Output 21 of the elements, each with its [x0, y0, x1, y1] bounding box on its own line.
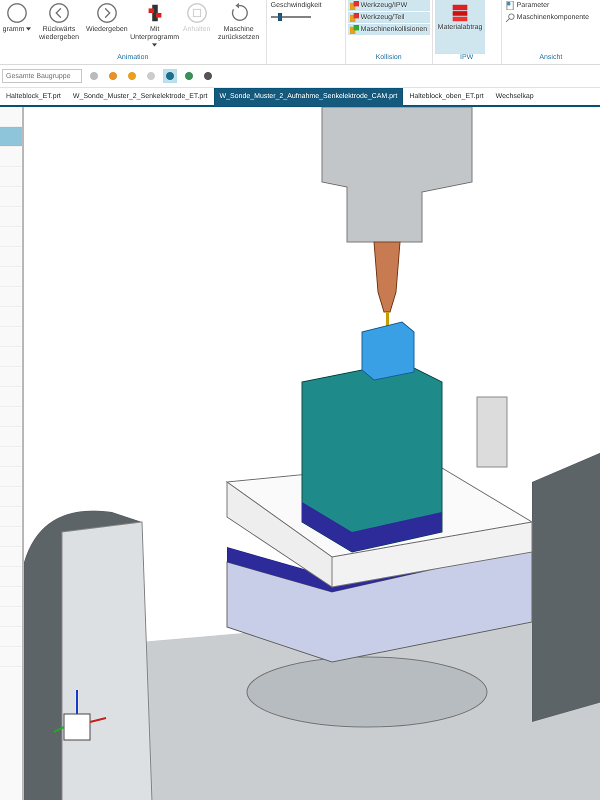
stop-icon [186, 2, 208, 24]
caret-icon [26, 27, 32, 32]
toolbar-button[interactable] [201, 69, 215, 83]
tool-icon [107, 70, 119, 82]
tool-icon [145, 70, 157, 82]
play-icon [96, 2, 118, 24]
caret-icon [152, 43, 158, 48]
collision-icon [350, 1, 359, 10]
magnifier-icon [506, 13, 515, 22]
toolbar-button[interactable] [163, 69, 177, 83]
toolbar-button[interactable] [182, 69, 196, 83]
navigator-row[interactable] [0, 127, 22, 147]
tool-icon [183, 70, 195, 82]
axis-triad-icon [54, 690, 106, 740]
collision-icon [350, 25, 359, 34]
rewind-icon [48, 2, 70, 24]
tool-icon [202, 70, 214, 82]
collision-icon [350, 13, 359, 22]
tool-icon [164, 70, 176, 82]
tool-icon [126, 70, 138, 82]
tool-icon [88, 70, 100, 82]
